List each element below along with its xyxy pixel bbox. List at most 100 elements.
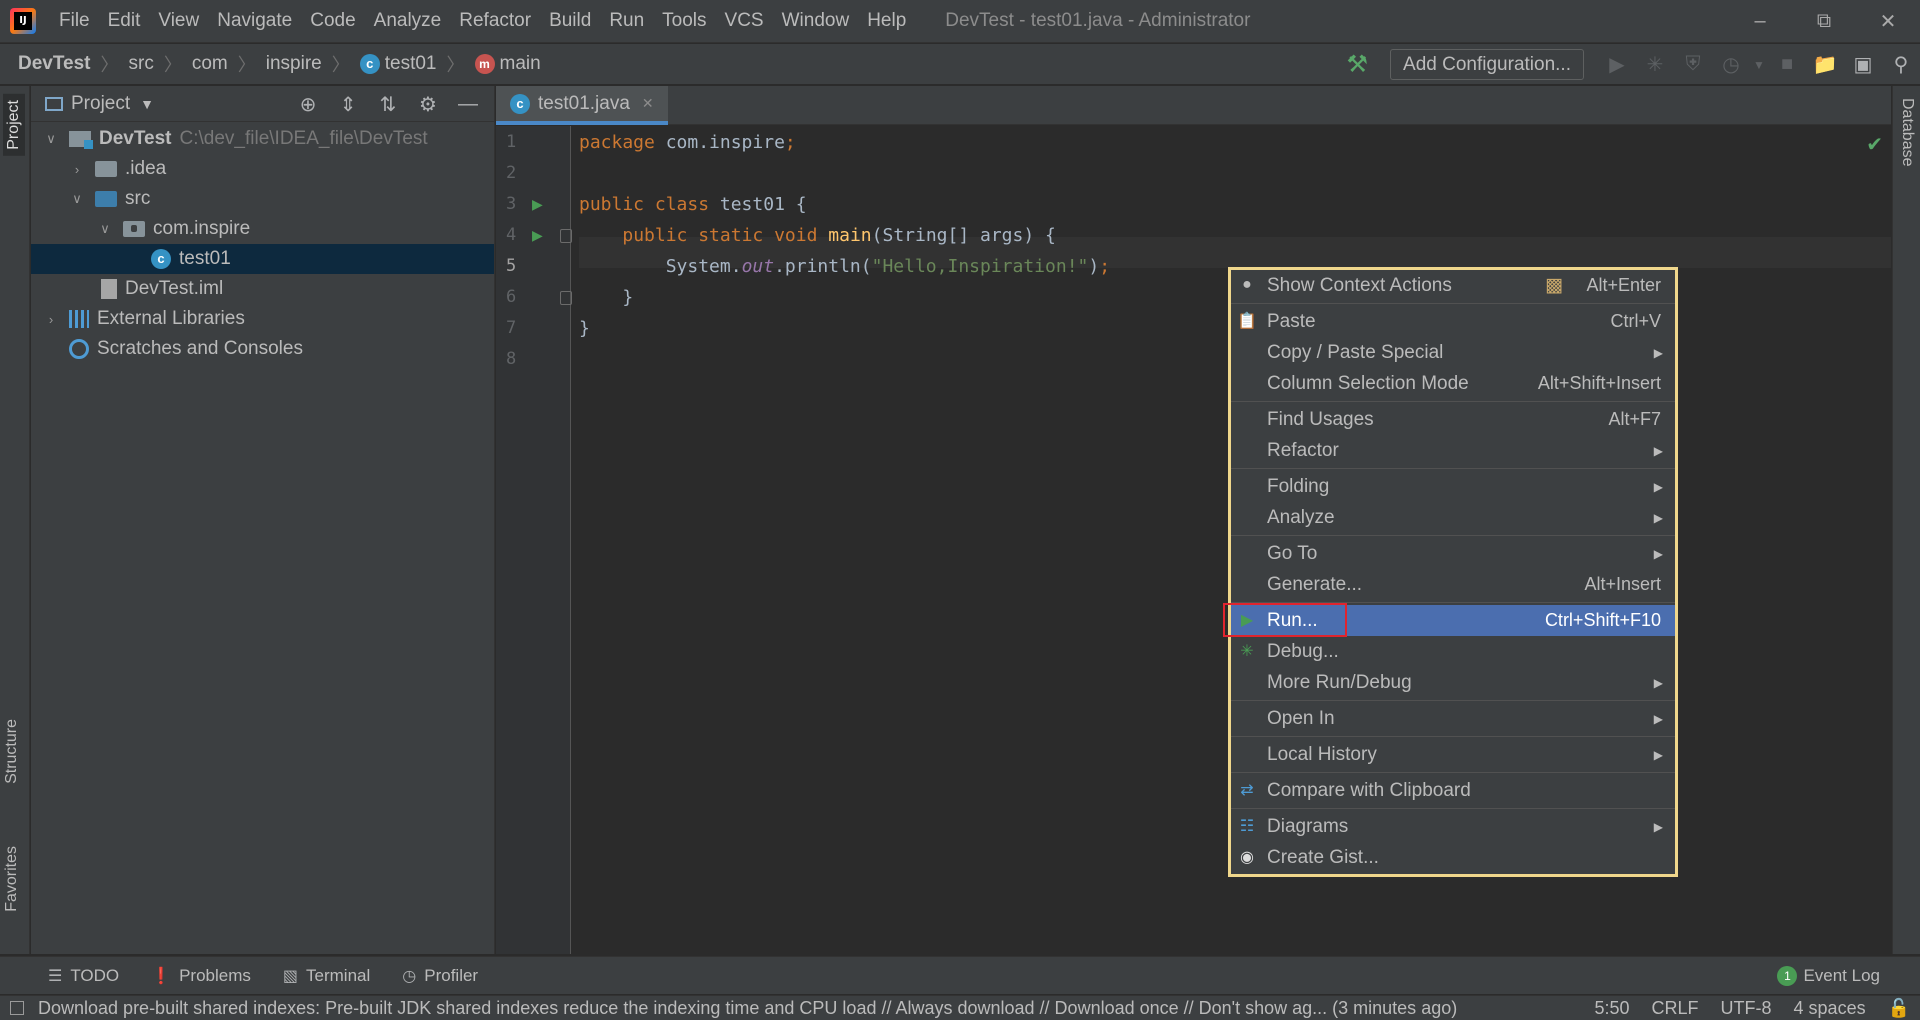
menu-item-refactor[interactable]: Refactor ▶: [1231, 435, 1675, 466]
menu-file[interactable]: File: [50, 10, 99, 32]
tab-project[interactable]: Project: [3, 94, 25, 156]
submenu-arrow-icon: ▶: [1653, 546, 1663, 561]
menu-item-generate[interactable]: Generate... Alt+Insert: [1231, 569, 1675, 600]
tab-database[interactable]: Database: [1898, 98, 1916, 167]
breadcrumb-inspire[interactable]: inspire: [266, 53, 322, 75]
menu-code[interactable]: Code: [301, 10, 364, 32]
status-message[interactable]: Download pre-built shared indexes: Pre-b…: [38, 998, 1583, 1019]
tab-structure[interactable]: Structure: [3, 719, 21, 784]
menu-navigate[interactable]: Navigate: [208, 10, 301, 32]
menu-item-copy-paste-special[interactable]: Copy / Paste Special ▶: [1231, 337, 1675, 368]
indent-setting[interactable]: 4 spaces: [1794, 998, 1866, 1019]
tree-item-idea[interactable]: › .idea: [31, 154, 494, 184]
stop-icon[interactable]: ■: [1768, 53, 1806, 76]
breadcrumb-project[interactable]: DevTest: [18, 53, 91, 75]
restore-icon[interactable]: ⧉: [1792, 0, 1856, 43]
menu-tools[interactable]: Tools: [653, 10, 715, 32]
line-separator[interactable]: CRLF: [1652, 998, 1699, 1019]
chevron-down-icon[interactable]: ▼: [1750, 58, 1768, 72]
collapse-all-icon[interactable]: ⇅: [368, 92, 408, 117]
fold-icon[interactable]: [560, 291, 572, 305]
menu-item-compare-with-clipboard[interactable]: ⇄ Compare with Clipboard: [1231, 775, 1675, 806]
run-method-gutter-icon[interactable]: ▶: [532, 227, 543, 244]
editor-tab-test01[interactable]: c test01.java ✕: [496, 86, 668, 125]
menu-item-column-selection-mode[interactable]: Column Selection Mode Alt+Shift+Insert: [1231, 368, 1675, 399]
tool-windows-toggle-icon[interactable]: [10, 1001, 24, 1015]
tab-favorites[interactable]: Favorites: [3, 846, 21, 912]
menu-refactor[interactable]: Refactor: [450, 10, 540, 32]
fold-icon[interactable]: [560, 229, 572, 243]
tree-item-test01[interactable]: c test01: [31, 244, 494, 274]
menu-view[interactable]: View: [149, 10, 208, 32]
tree-item-iml[interactable]: DevTest.iml: [31, 274, 494, 304]
menu-window[interactable]: Window: [773, 10, 859, 32]
menu-item-local-history[interactable]: Local History ▶: [1231, 739, 1675, 770]
project-structure-icon[interactable]: 📁: [1806, 52, 1844, 77]
file-encoding[interactable]: UTF-8: [1721, 998, 1772, 1019]
breadcrumb-class[interactable]: c test01: [359, 53, 437, 75]
event-log-button[interactable]: 1 Event Log: [1777, 957, 1880, 995]
tool-profiler[interactable]: ◷ Profiler: [402, 966, 478, 986]
tool-terminal[interactable]: ▧ Terminal: [283, 966, 370, 986]
run-icon[interactable]: ▶: [1598, 52, 1636, 77]
menu-analyze[interactable]: Analyze: [365, 10, 451, 32]
add-configuration-button[interactable]: Add Configuration...: [1390, 49, 1584, 80]
menu-item-more-run-debug[interactable]: More Run/Debug ▶: [1231, 667, 1675, 698]
caret-position[interactable]: 5:50: [1594, 998, 1629, 1019]
chevron-down-icon[interactable]: ∨: [41, 131, 61, 147]
chevron-right-icon[interactable]: ›: [41, 312, 61, 327]
minimize-icon[interactable]: –: [1728, 0, 1792, 43]
menu-item-analyze[interactable]: Analyze ▶: [1231, 502, 1675, 533]
menu-build[interactable]: Build: [540, 10, 600, 32]
breadcrumb-com[interactable]: com: [192, 53, 228, 75]
scratches-icon: [69, 339, 89, 359]
chevron-down-icon[interactable]: ∨: [95, 221, 115, 237]
menu-item-show-context-actions[interactable]: ● Show Context Actions ▩ Alt+Enter: [1231, 270, 1675, 301]
tree-item-external-libraries[interactable]: › External Libraries: [31, 304, 494, 334]
class-icon: c: [151, 249, 171, 269]
tree-item-package[interactable]: ∨ com.inspire: [31, 214, 494, 244]
right-tool-stripe: Database: [1892, 86, 1920, 954]
tree-item-devtest[interactable]: ∨ DevTest C:\dev_file\IDEA_file\DevTest: [31, 124, 494, 154]
menu-item-go-to[interactable]: Go To ▶: [1231, 538, 1675, 569]
chevron-right-icon[interactable]: ›: [67, 162, 87, 177]
expand-all-icon[interactable]: ⇕: [328, 92, 368, 117]
debug-icon[interactable]: ✳: [1636, 52, 1674, 77]
lock-icon[interactable]: 🔓: [1888, 998, 1910, 1019]
menu-item-create-gist[interactable]: ◉ Create Gist...: [1231, 842, 1675, 873]
tree-item-scratches[interactable]: Scratches and Consoles: [31, 334, 494, 364]
menu-item-diagrams[interactable]: ☷ Diagrams ▶: [1231, 811, 1675, 842]
coverage-icon[interactable]: ⛨: [1674, 53, 1712, 76]
presentation-icon[interactable]: ▣: [1844, 52, 1882, 77]
breadcrumb-method[interactable]: m main: [474, 53, 541, 75]
breadcrumb-src[interactable]: src: [129, 53, 154, 75]
menu-vcs[interactable]: VCS: [716, 10, 773, 32]
intellij-logo-icon[interactable]: IJ: [10, 8, 36, 34]
menu-item-folding[interactable]: Folding ▶: [1231, 471, 1675, 502]
profile-icon[interactable]: ◷: [1712, 52, 1750, 77]
close-icon[interactable]: ✕: [642, 95, 654, 112]
search-icon[interactable]: ⚲: [1882, 52, 1920, 77]
close-window-icon[interactable]: ✕: [1856, 0, 1920, 43]
locate-icon[interactable]: ⊕: [288, 92, 328, 117]
menu-run[interactable]: Run: [600, 10, 653, 32]
menu-item-label: More Run/Debug: [1267, 671, 1412, 693]
hide-icon[interactable]: —: [448, 93, 488, 116]
menu-item-open-in[interactable]: Open In ▶: [1231, 703, 1675, 734]
build-hammer-icon[interactable]: ⚒: [1347, 50, 1369, 79]
menu-item-find-usages[interactable]: Find Usages Alt+F7: [1231, 404, 1675, 435]
tool-todo[interactable]: ☰ TODO: [48, 966, 119, 986]
menu-item-paste[interactable]: 📋 Paste Ctrl+V: [1231, 306, 1675, 337]
run-class-gutter-icon[interactable]: ▶: [532, 196, 543, 213]
gear-icon[interactable]: ⚙: [408, 92, 448, 117]
menu-help[interactable]: Help: [858, 10, 915, 32]
tree-item-src[interactable]: ∨ src: [31, 184, 494, 214]
project-panel-title[interactable]: Project: [71, 93, 130, 115]
tool-problems[interactable]: ❗ Problems: [151, 966, 251, 986]
menu-item-run[interactable]: ▶ Run... Ctrl+Shift+F10: [1223, 603, 1675, 637]
menu-edit[interactable]: Edit: [99, 10, 150, 32]
chevron-down-icon[interactable]: ∨: [67, 191, 87, 207]
no-problems-check-icon[interactable]: ✔: [1866, 132, 1883, 157]
menu-item-debug[interactable]: ✳ Debug...: [1231, 636, 1675, 667]
chevron-down-icon[interactable]: ▼: [140, 96, 154, 112]
